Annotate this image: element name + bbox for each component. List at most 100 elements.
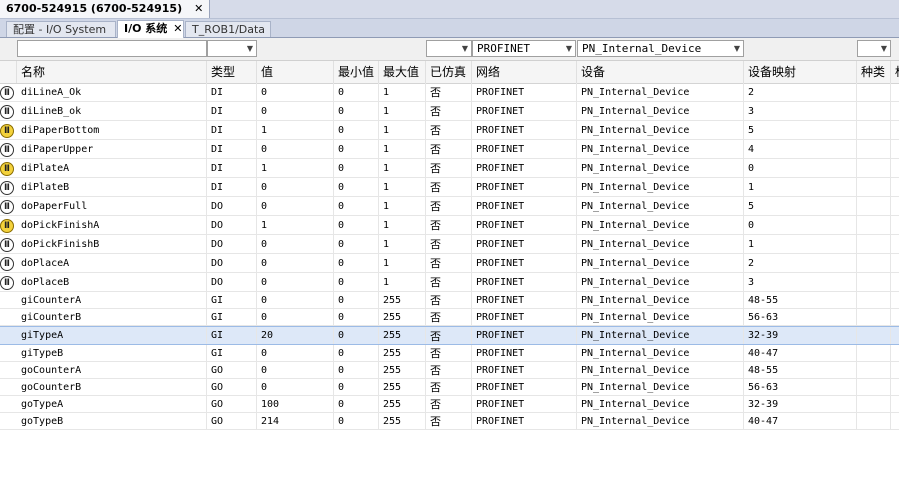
cell-category (857, 292, 891, 308)
window-titlebar: 6700-524915 (6700-524915) ✕ (0, 0, 899, 19)
cell-value[interactable]: 0 (257, 178, 334, 196)
table-row[interactable]: ⅡdiPaperBottom DI 1 0 1 否 PROFINET PN_Internal_… (0, 121, 899, 140)
cell-value[interactable]: 100 (257, 396, 334, 412)
table-row[interactable]: ⅡdiPlateA DI 1 0 1 否 PROFINET PN_Internal_Devic… (0, 159, 899, 178)
cell-value[interactable]: 0 (257, 102, 334, 120)
cell-simulated: 否 (426, 197, 472, 215)
cell-value[interactable]: 1 (257, 216, 334, 234)
table-row[interactable]: ⅡdiLineA_Ok DI 0 0 1 否 PROFINET PN_Internal_Dev… (0, 83, 899, 102)
cell-value[interactable]: 0 (257, 345, 334, 361)
cell-min: 0 (334, 178, 379, 196)
cell-network: PROFINET (472, 362, 577, 378)
cell-device-mapping: 1 (744, 178, 857, 196)
table-header: 名称 类型 值 最小值 最大值 已仿真 网络 设备 设备映射 种类 标 (0, 61, 899, 84)
cell-type: GO (207, 413, 257, 429)
header-device[interactable]: 设备 (577, 61, 744, 83)
cell-value[interactable]: 1 (257, 159, 334, 177)
header-min[interactable]: 最小值 (334, 61, 379, 83)
cell-device-mapping: 3 (744, 102, 857, 120)
cell-category (857, 362, 891, 378)
table-row[interactable]: giCounterA GI 0 0 255 否 PROFINET PN_Internal_De… (0, 292, 899, 309)
cell-max: 1 (379, 235, 426, 253)
header-simulated[interactable]: 已仿真 (426, 61, 472, 83)
table-row[interactable]: giTypeA GI 20 0 255 否 PROFINET PN_Internal_Devi… (0, 326, 899, 345)
table-row[interactable]: ⅡdoPlaceA DO 0 0 1 否 PROFINET PN_Internal_Devic… (0, 254, 899, 273)
cell-value[interactable]: 0 (257, 362, 334, 378)
cell-type: DI (207, 178, 257, 196)
cell-max: 1 (379, 197, 426, 215)
cell-device: PN_Internal_Device (577, 140, 744, 158)
cell-device: PN_Internal_Device (577, 102, 744, 120)
cell-device-mapping: 1 (744, 235, 857, 253)
cell-value[interactable]: 1 (257, 121, 334, 139)
cell-device: PN_Internal_Device (577, 345, 744, 361)
close-icon[interactable]: ✕ (173, 22, 182, 35)
cell-max: 255 (379, 413, 426, 429)
cell-name: doPickFinishA (17, 216, 207, 234)
cell-simulated: 否 (426, 159, 472, 177)
cell-device: PN_Internal_Device (577, 254, 744, 272)
cell-name: doPlaceA (17, 254, 207, 272)
header-network[interactable]: 网络 (472, 61, 577, 83)
filter-bar: ▼ ▼ PROFINET ▼ PN_Internal_Device ▼ ▼ (0, 38, 899, 61)
table-row[interactable]: ⅡdoPickFinishA DO 1 0 1 否 PROFINET PN_Internal_… (0, 216, 899, 235)
cell-value[interactable]: 0 (257, 379, 334, 395)
table-row[interactable]: ⅡdoPickFinishB DO 0 0 1 否 PROFINET PN_Internal_… (0, 235, 899, 254)
table-row[interactable]: goCounterB GO 0 0 255 否 PROFINET PN_Internal_De… (0, 379, 899, 396)
cell-category (857, 396, 891, 412)
header-type[interactable]: 类型 (207, 61, 257, 83)
cell-value[interactable]: 0 (257, 309, 334, 325)
header-name[interactable]: 名称 (17, 61, 207, 83)
header-value[interactable]: 值 (257, 61, 334, 83)
cell-category (857, 413, 891, 429)
cell-network: PROFINET (472, 345, 577, 361)
table-row[interactable]: ⅡdiPlateB DI 0 0 1 否 PROFINET PN_Internal_Devic… (0, 178, 899, 197)
cell-network: PROFINET (472, 197, 577, 215)
header-label[interactable]: 标 (891, 61, 899, 83)
table-row[interactable]: goTypeA GO 100 0 255 否 PROFINET PN_Internal_Dev… (0, 396, 899, 413)
simulated-filter-dropdown[interactable]: ▼ (426, 40, 472, 57)
header-max[interactable]: 最大值 (379, 61, 426, 83)
cell-type: DI (207, 83, 257, 101)
header-device-mapping[interactable]: 设备映射 (744, 61, 857, 83)
cell-value[interactable]: 0 (257, 140, 334, 158)
table-row[interactable]: ⅡdiLineB_ok DI 0 0 1 否 PROFINET PN_Internal_Dev… (0, 102, 899, 121)
header-category[interactable]: 种类 (857, 61, 891, 83)
table-row[interactable]: ⅡdoPaperFull DO 0 0 1 否 PROFINET PN_Internal_De… (0, 197, 899, 216)
cell-network: PROFINET (472, 309, 577, 325)
close-icon[interactable]: ✕ (194, 2, 203, 15)
cell-value[interactable]: 0 (257, 83, 334, 101)
cell-value[interactable]: 0 (257, 273, 334, 291)
tab-io-system[interactable]: I/O 系统 ✕ (117, 20, 184, 38)
document-tab[interactable]: 6700-524915 (6700-524915) ✕ (0, 0, 211, 18)
table-row[interactable]: goTypeB GO 214 0 255 否 PROFINET PN_Internal_Dev… (0, 413, 899, 430)
chevron-down-icon: ▼ (461, 44, 468, 53)
table-row[interactable]: ⅡdiPaperUpper DI 0 0 1 否 PROFINET PN_Internal_D… (0, 140, 899, 159)
cell-simulated: 否 (426, 327, 472, 344)
cell-value[interactable]: 0 (257, 254, 334, 272)
tab-rob1-data[interactable]: T_ROB1/Data (185, 21, 271, 37)
table-row[interactable]: giCounterB GI 0 0 255 否 PROFINET PN_Internal_De… (0, 309, 899, 326)
cell-device: PN_Internal_Device (577, 327, 744, 344)
signal-off-icon: Ⅱ (0, 143, 14, 157)
category-filter-dropdown[interactable]: ▼ (857, 40, 891, 57)
device-filter-dropdown[interactable]: PN_Internal_Device ▼ (577, 40, 744, 57)
cell-min: 0 (334, 216, 379, 234)
table-row[interactable]: giTypeB GI 0 0 255 否 PROFINET PN_Internal_Devic… (0, 345, 899, 362)
cell-category (857, 197, 891, 215)
tab-config-io-system[interactable]: 配置 - I/O System (6, 21, 116, 37)
cell-value[interactable]: 0 (257, 197, 334, 215)
cell-min: 0 (334, 309, 379, 325)
cell-type: DI (207, 140, 257, 158)
type-filter-dropdown[interactable]: ▼ (207, 40, 257, 57)
cell-category (857, 216, 891, 234)
table-row[interactable]: goCounterA GO 0 0 255 否 PROFINET PN_Internal_De… (0, 362, 899, 379)
cell-value[interactable]: 0 (257, 292, 334, 308)
cell-value[interactable]: 0 (257, 235, 334, 253)
table-row[interactable]: ⅡdoPlaceB DO 0 0 1 否 PROFINET PN_Internal_Devic… (0, 273, 899, 292)
cell-value[interactable]: 20 (257, 327, 334, 344)
network-filter-dropdown[interactable]: PROFINET ▼ (472, 40, 576, 57)
cell-value[interactable]: 214 (257, 413, 334, 429)
name-filter-input[interactable] (17, 40, 207, 57)
cell-max: 1 (379, 254, 426, 272)
